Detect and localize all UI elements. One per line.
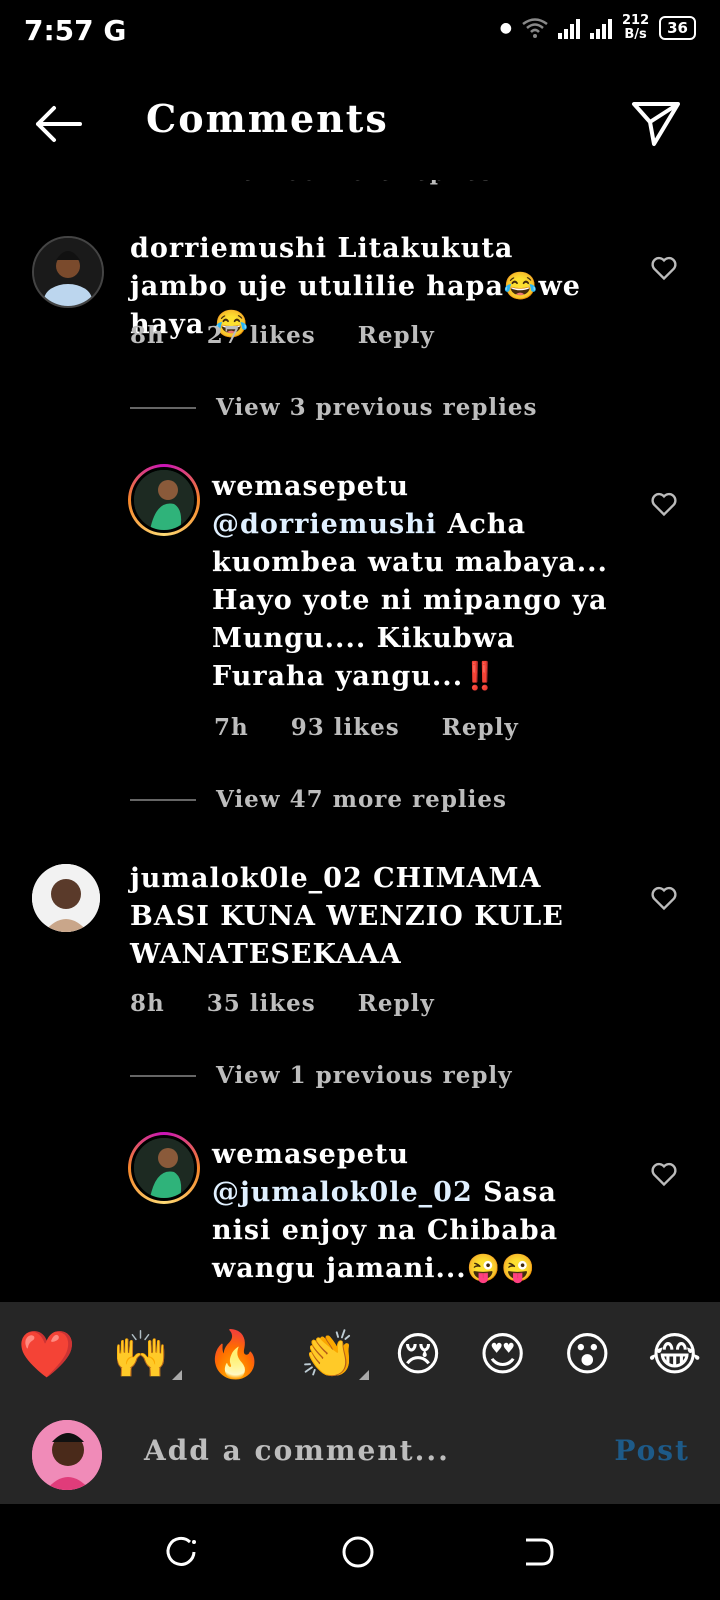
comment-likes[interactable]: 93 likes xyxy=(291,714,400,741)
avatar[interactable] xyxy=(128,464,200,536)
post-button[interactable]: Post xyxy=(614,1434,690,1467)
emoji-reaction-bar: ❤️ 🙌 🔥 👏 😢 😍 😮 😂 xyxy=(0,1302,720,1406)
back-arrow-icon[interactable] xyxy=(30,102,86,146)
view-replies[interactable]: View 47 more replies xyxy=(130,786,507,813)
net-speed: 212 B/s xyxy=(621,13,650,42)
signal-icon-2 xyxy=(589,17,612,39)
comment-username[interactable]: wemasepetu xyxy=(212,468,612,506)
emoji-heart-eyes[interactable]: 😍 xyxy=(479,1327,527,1381)
comment-text: jumalok0le_02 CHIMAMA BASI KUNA WENZIO K… xyxy=(130,860,620,974)
view-replies-label[interactable]: View 47 more replies xyxy=(216,786,507,813)
user-avatar xyxy=(32,1420,102,1490)
home-icon[interactable] xyxy=(340,1534,376,1570)
comment-composer: Add a comment... Post xyxy=(0,1406,720,1504)
comment-time: 8h xyxy=(130,990,165,1017)
avatar-image xyxy=(34,238,102,306)
avatar-image xyxy=(32,864,100,932)
divider xyxy=(130,1074,196,1077)
emoji-raised-hands[interactable]: 🙌 xyxy=(112,1327,182,1382)
comment-text: wemasepetu @dorriemushi Acha kuombea wat… xyxy=(212,468,612,696)
signal-icon xyxy=(557,17,580,39)
emoji-surprised[interactable]: 😮 xyxy=(563,1327,611,1381)
skin-tone-indicator-icon xyxy=(359,1369,370,1380)
emoji-laughing[interactable]: 😂 xyxy=(648,1327,702,1381)
recent-apps-icon[interactable] xyxy=(164,1534,200,1570)
page-title: Comments xyxy=(146,96,389,141)
like-heart-icon[interactable] xyxy=(650,254,678,282)
view-replies[interactable]: View 3 previous replies xyxy=(130,394,537,421)
emoji-fire[interactable]: 🔥 xyxy=(206,1327,263,1382)
header: Comments xyxy=(0,64,720,180)
comment-time: 7h xyxy=(214,714,249,741)
reply-button[interactable]: Reply xyxy=(358,322,435,349)
reply-button[interactable]: Reply xyxy=(358,990,435,1017)
comment-input[interactable]: Add a comment... xyxy=(144,1434,450,1467)
comment-username[interactable]: jumalok0le_02 xyxy=(130,863,363,894)
send-direct-icon[interactable] xyxy=(630,96,682,148)
avatar-image xyxy=(131,1135,197,1201)
status-bar: 7:57 G ● 212 B/s 36 xyxy=(0,0,720,64)
navigation-bar xyxy=(0,1504,720,1600)
like-heart-icon[interactable] xyxy=(650,490,678,518)
comment-username[interactable]: dorriemushi xyxy=(130,233,327,264)
comment-meta: 7h 93 likes Reply xyxy=(214,714,519,741)
comment-likes[interactable]: 27 likes xyxy=(207,322,316,349)
comment-meta: 8h 27 likes Reply xyxy=(130,322,435,349)
like-heart-icon[interactable] xyxy=(650,884,678,912)
comment-time: 8h xyxy=(130,322,165,349)
skin-tone-indicator-icon xyxy=(171,1369,182,1380)
battery-icon: 36 xyxy=(659,16,696,40)
avatar[interactable] xyxy=(32,864,100,932)
reply-button[interactable]: Reply xyxy=(442,714,519,741)
emoji-crying[interactable]: 😢 xyxy=(394,1327,442,1381)
avatar[interactable] xyxy=(32,236,104,308)
view-replies-label[interactable]: View 1 previous reply xyxy=(216,1062,513,1089)
comment-text: wemasepetu @jumalok0le_02 Sasa nisi enjo… xyxy=(212,1136,612,1288)
comment-username[interactable]: wemasepetu xyxy=(212,1136,612,1174)
dot-icon: ● xyxy=(499,20,512,36)
comment-mention[interactable]: @jumalok0le_02 xyxy=(212,1177,473,1208)
status-time: 7:57 G xyxy=(24,14,127,47)
view-replies-label[interactable]: View 3 previous replies xyxy=(216,394,537,421)
divider xyxy=(130,406,196,409)
avatar[interactable] xyxy=(128,1132,200,1204)
comment-likes[interactable]: 35 likes xyxy=(207,990,316,1017)
divider xyxy=(130,798,196,801)
view-replies[interactable]: View 1 previous reply xyxy=(130,1062,513,1089)
avatar-image xyxy=(32,1420,102,1490)
status-icons: ● 212 B/s 36 xyxy=(500,14,696,42)
comment-meta: 8h 35 likes Reply xyxy=(130,990,435,1017)
comment-mention[interactable]: @dorriemushi xyxy=(212,509,437,540)
like-heart-icon[interactable] xyxy=(650,1160,678,1188)
emoji-clap[interactable]: 👏 xyxy=(300,1327,370,1382)
wifi-icon xyxy=(522,18,548,38)
back-nav-icon[interactable] xyxy=(520,1534,556,1570)
avatar-image xyxy=(131,467,197,533)
emoji-heart[interactable]: ❤️ xyxy=(18,1327,75,1382)
